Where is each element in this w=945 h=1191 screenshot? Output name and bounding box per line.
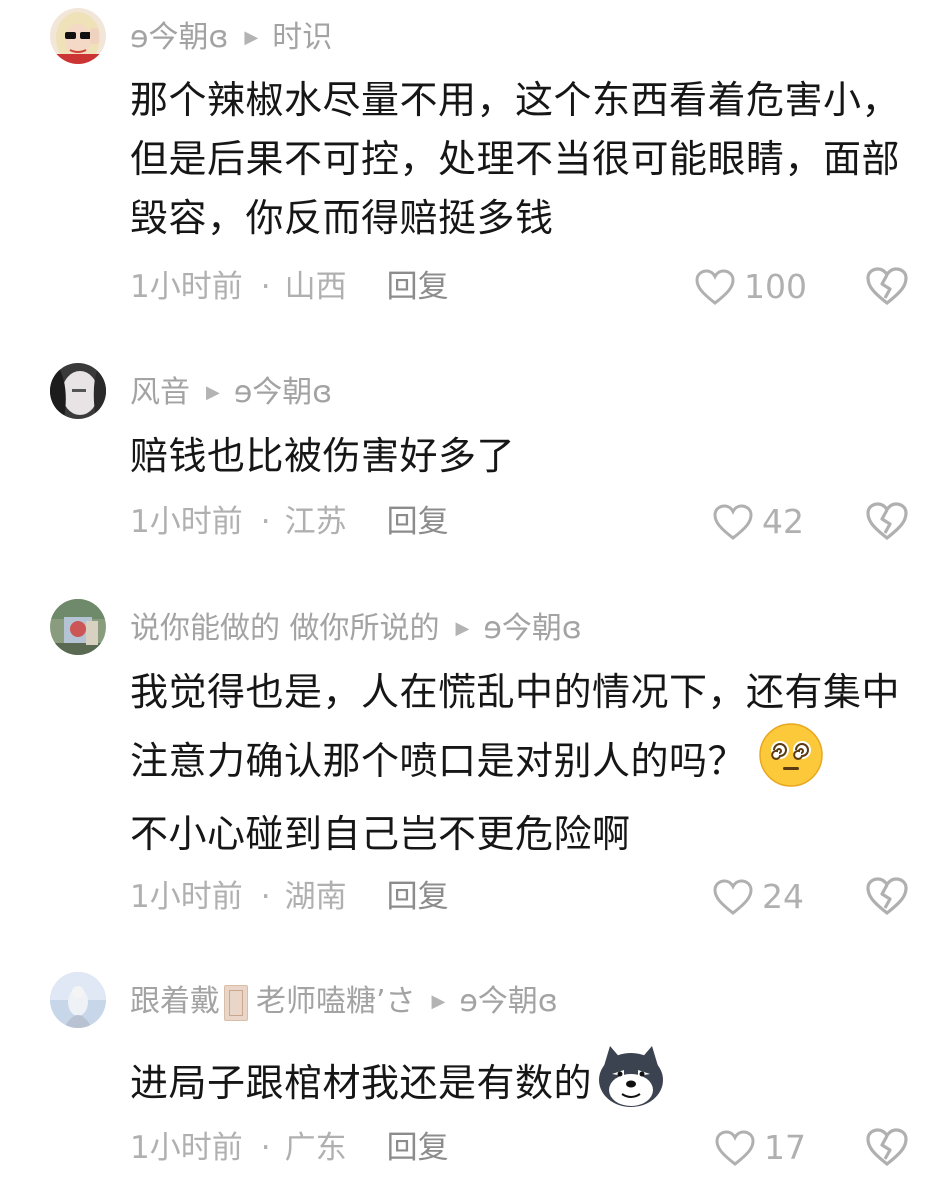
author-name[interactable]: 跟着戴 老师嗑糖’さ — [130, 982, 416, 1022]
like-button[interactable]: 24 — [712, 875, 804, 919]
like-count: 17 — [764, 1128, 806, 1167]
timestamp: 1小时前 — [130, 504, 243, 540]
reply-arrow-icon: ▶ — [455, 618, 470, 639]
location: 湖南 — [284, 879, 347, 915]
author-name-part: 老师嗑糖’さ — [256, 984, 416, 1019]
reply-to-name[interactable]: ɘ今朝ɞ — [234, 373, 332, 413]
like-button[interactable]: 100 — [694, 265, 807, 309]
reply-arrow-icon: ▶ — [431, 991, 446, 1012]
reply-button[interactable]: 回复 — [387, 269, 449, 305]
comment-text: 我觉得也是，人在慌乱中的情况下，还有集中注意力确认那个喷口是对别人的吗？ 不小心… — [130, 663, 920, 864]
reply-arrow-icon: ▶ — [244, 27, 259, 48]
comment-header: 跟着戴 老师嗑糖’さ ▶ ɘ今朝ɞ — [130, 982, 558, 1022]
dislike-button[interactable] — [864, 875, 912, 919]
separator-dot: · — [260, 504, 271, 540]
dislike-button[interactable] — [864, 500, 912, 544]
separator-dot: · — [260, 1130, 271, 1166]
reply-arrow-icon: ▶ — [206, 382, 220, 403]
like-count: 42 — [762, 502, 804, 541]
broken-heart-icon — [866, 502, 908, 541]
timestamp: 1小时前 — [130, 879, 243, 915]
location: 山西 — [284, 269, 347, 305]
comment-header: ɘ今朝ɞ ▶ 时识 — [130, 18, 332, 58]
comment-text-part: 进局子跟棺材我还是有数的 — [130, 1061, 593, 1105]
like-button[interactable]: 17 — [714, 1126, 806, 1170]
reply-button[interactable]: 回复 — [387, 1130, 449, 1166]
comment-meta: 1小时前 · 山西 回复 — [130, 265, 449, 309]
reply-to-name[interactable]: ɘ今朝ɞ — [459, 982, 557, 1022]
dislike-button[interactable] — [864, 265, 912, 309]
like-count: 24 — [762, 877, 804, 916]
author-name[interactable]: ɘ今朝ɞ — [130, 18, 228, 58]
author-name[interactable]: 说你能做的 做你所说的 — [130, 609, 440, 649]
heart-icon — [715, 1130, 755, 1166]
broken-heart-icon — [866, 267, 908, 306]
comment-meta: 1小时前 · 广东 回复 — [130, 1126, 449, 1170]
avatar[interactable] — [50, 599, 106, 655]
author-name[interactable]: 风音 — [130, 373, 190, 413]
comment-text: 进局子跟棺材我还是有数的 — [130, 1044, 920, 1127]
reply-button[interactable]: 回复 — [387, 879, 449, 915]
heart-icon — [713, 879, 753, 915]
comment-text: 那个辣椒水尽量不用，这个东西看着危害小，但是后果不可控，处理不当很可能眼睛，面部… — [130, 78, 901, 240]
broken-heart-icon — [866, 877, 908, 916]
timestamp: 1小时前 — [130, 1130, 243, 1166]
comment-meta: 1小时前 · 湖南 回复 — [130, 875, 449, 919]
broken-heart-icon — [866, 1128, 908, 1167]
avatar[interactable] — [50, 363, 106, 419]
separator-dot: · — [260, 879, 271, 915]
door-icon — [224, 984, 248, 1021]
heart-icon — [713, 504, 753, 540]
like-count: 100 — [744, 267, 807, 306]
like-button[interactable]: 42 — [712, 500, 804, 544]
location: 江苏 — [284, 504, 347, 540]
comment-header: 风音 ▶ ɘ今朝ɞ — [130, 373, 332, 413]
avatar[interactable] — [50, 8, 106, 64]
reply-to-name[interactable]: ɘ今朝ɞ — [483, 609, 581, 649]
dizzy-face-emoji — [758, 722, 824, 805]
avatar[interactable] — [50, 972, 106, 1028]
comment-text: 赔钱也比被伤害好多了 — [130, 434, 516, 478]
location: 广东 — [284, 1130, 347, 1166]
timestamp: 1小时前 — [130, 269, 243, 305]
separator-dot: · — [260, 269, 271, 305]
heart-icon — [695, 269, 735, 305]
reply-button[interactable]: 回复 — [387, 504, 449, 540]
comment-meta: 1小时前 · 江苏 回复 — [130, 500, 449, 544]
dislike-button[interactable] — [864, 1126, 912, 1170]
comment-text-part: 不小心碰到自己岂不更危险啊 — [130, 812, 631, 856]
author-name-part: 跟着戴 — [130, 984, 220, 1019]
reply-to-name[interactable]: 时识 — [272, 18, 332, 58]
doge-sticker — [596, 1044, 666, 1127]
comment-header: 说你能做的 做你所说的 ▶ ɘ今朝ɞ — [130, 609, 582, 649]
